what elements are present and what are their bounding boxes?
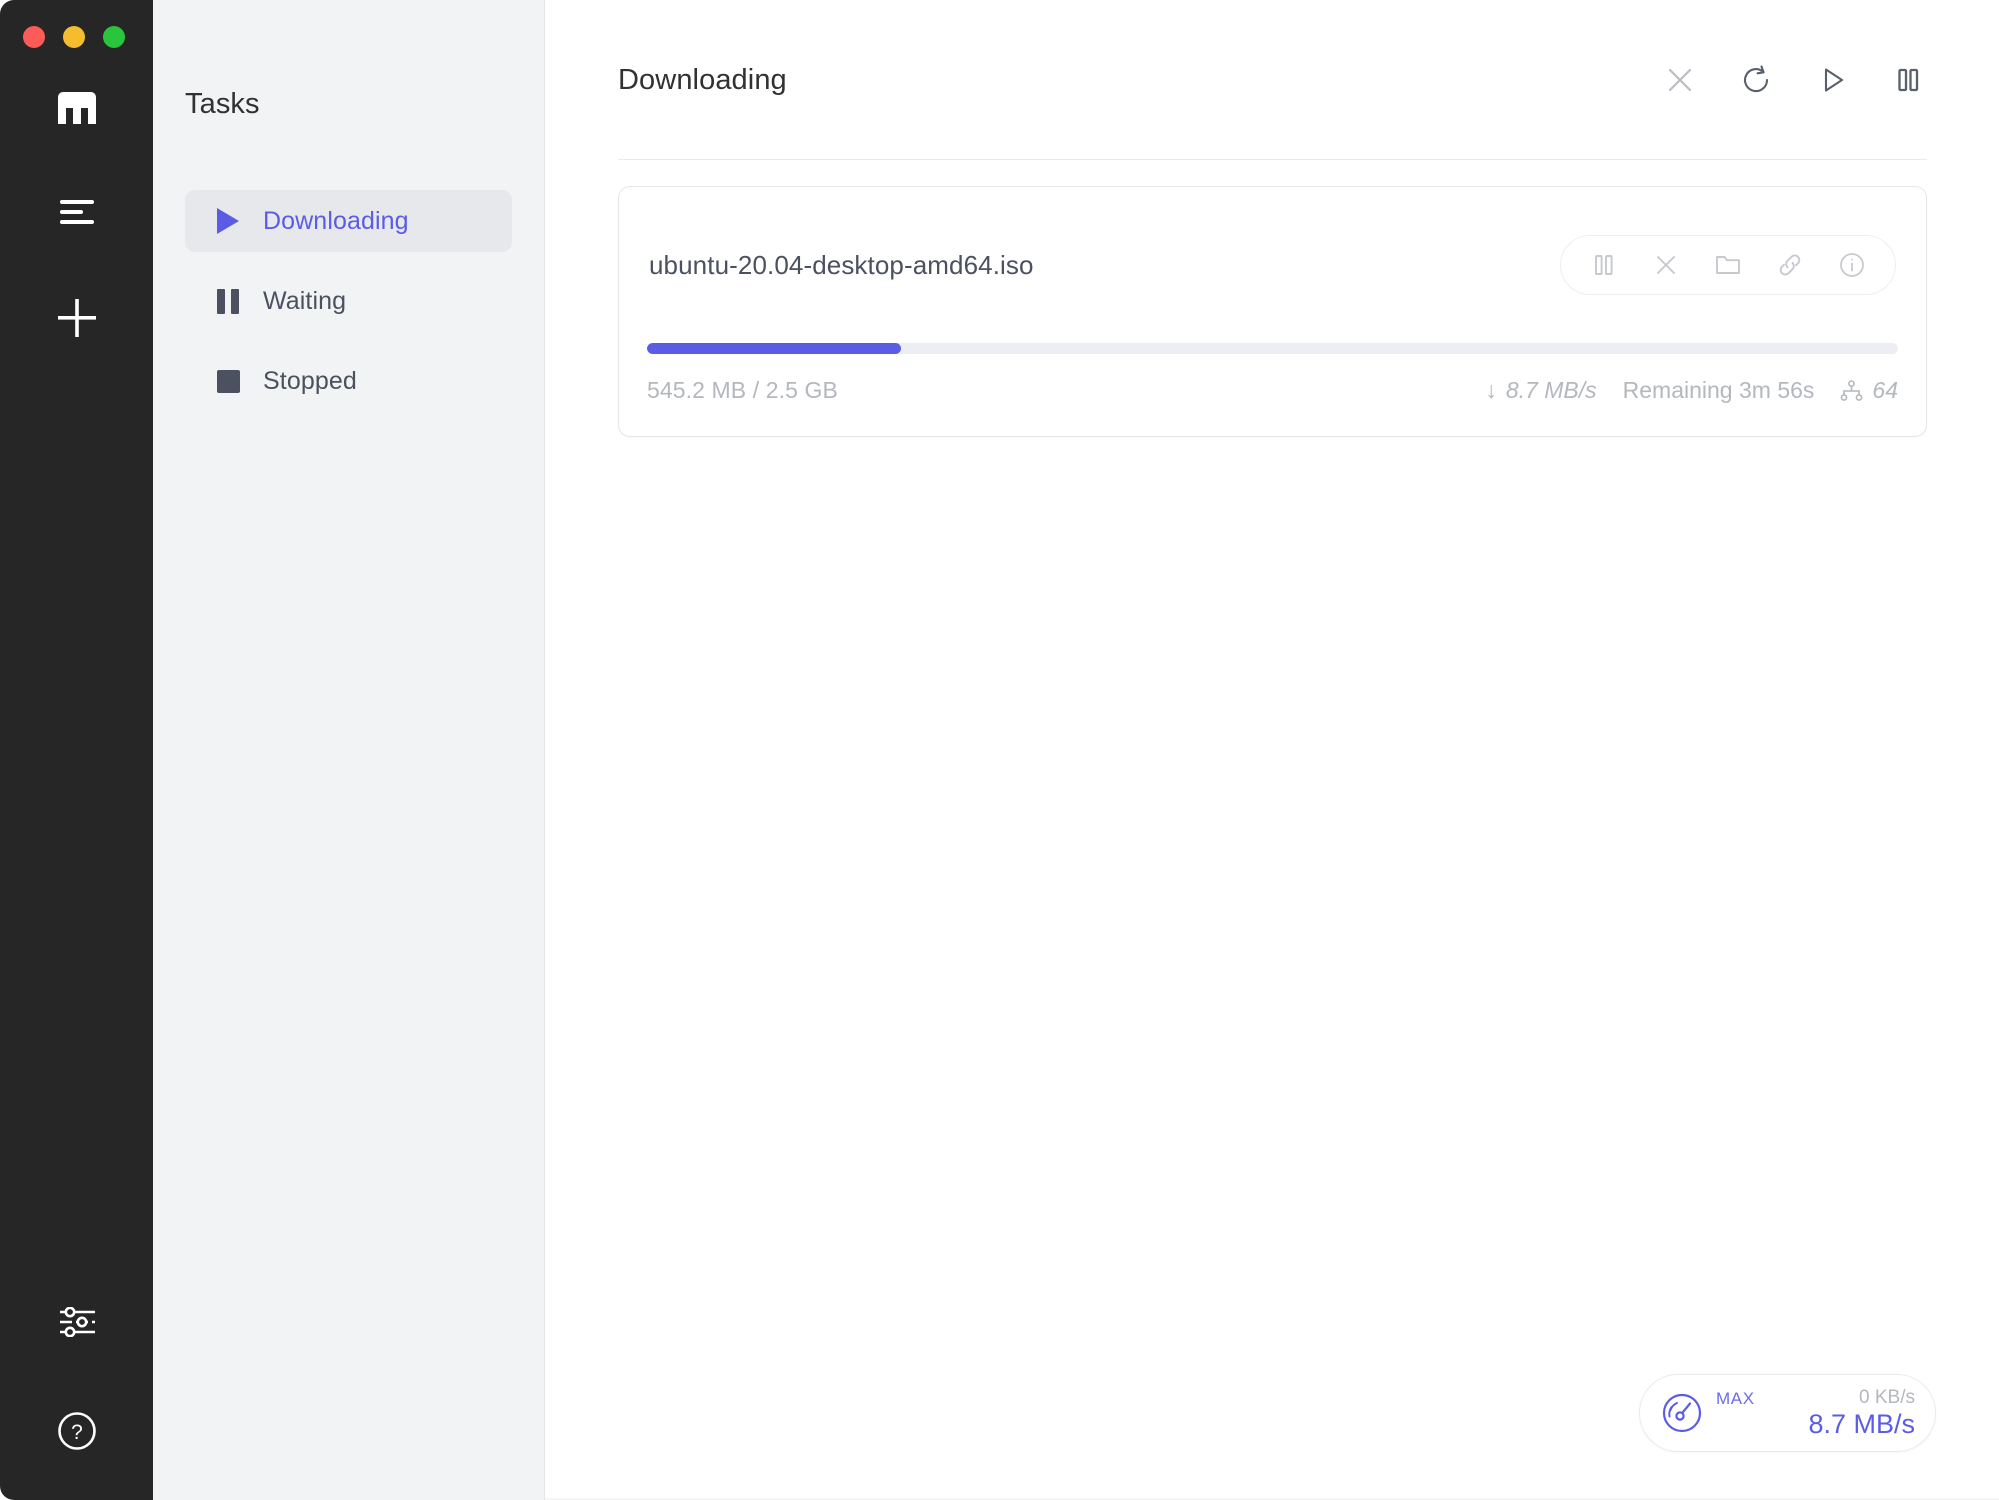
pause-icon[interactable] [1889, 61, 1927, 99]
header-divider [618, 159, 1927, 160]
app-window: ? Tasks Downloading Waiting Stopped Down… [0, 0, 1999, 1500]
plus-glyph [57, 299, 96, 337]
window-close-button[interactable] [23, 26, 45, 48]
page-title: Downloading [618, 63, 787, 96]
sidebar-item-waiting[interactable]: Waiting [185, 270, 512, 332]
pause-icon [215, 288, 241, 314]
download-speed: 8.7 MB/s [1808, 1408, 1915, 1439]
help-circle-icon[interactable]: ? [50, 1404, 104, 1458]
sidebar-item-label: Downloading [263, 206, 409, 235]
link-icon[interactable] [1759, 243, 1821, 287]
link-glyph [1779, 254, 1801, 276]
task-peers: 64 [1840, 377, 1898, 404]
close-icon[interactable] [1661, 61, 1699, 99]
folder-glyph [1716, 256, 1740, 274]
folder-icon[interactable] [1697, 243, 1759, 287]
rail-bottom-icons: ? [0, 1295, 153, 1458]
app-logo [0, 88, 153, 126]
window-traffic-lights [23, 26, 125, 48]
info-icon[interactable] [1821, 243, 1883, 287]
refresh-icon[interactable] [1737, 61, 1775, 99]
stop-square-icon [215, 368, 241, 394]
sidebar-item-stopped[interactable]: Stopped [185, 350, 512, 412]
window-minimize-button[interactable] [63, 26, 85, 48]
play-icon[interactable] [1813, 61, 1851, 99]
task-filename: ubuntu-20.04-desktop-amd64.iso [649, 249, 1034, 280]
speed-values: 0 KB/s 8.7 MB/s [1808, 1386, 1915, 1439]
task-size-text: 545.2 MB / 2.5 GB [647, 377, 838, 403]
svg-text:?: ? [71, 1421, 83, 1444]
download-task-card[interactable]: ubuntu-20.04-desktop-amd64.iso 545.2 MB … [618, 186, 1927, 437]
tasks-sidebar: Tasks Downloading Waiting Stopped [153, 0, 545, 1500]
left-rail: ? [0, 0, 153, 1500]
card-stats-row: 545.2 MB / 2.5 GB ↓ 8.7 MB/s Remaining 3… [647, 377, 1898, 404]
pause-glyph [1595, 255, 1613, 275]
refresh-glyph [1743, 65, 1769, 93]
pause-icon[interactable] [1573, 243, 1635, 287]
plus-icon[interactable] [50, 291, 104, 345]
sidebar-item-label: Stopped [263, 366, 357, 395]
task-speed: ↓ 8.7 MB/s [1485, 377, 1596, 404]
task-list-icon[interactable] [50, 185, 104, 239]
play-glyph [1824, 68, 1844, 92]
speedometer-icon [1658, 1390, 1706, 1436]
sidebar-item-label: Waiting [263, 286, 347, 315]
info-glyph [1840, 253, 1864, 277]
task-speed-value: 8.7 MB/s [1505, 377, 1597, 403]
tasks-title: Tasks [185, 88, 260, 120]
main-panel: Downloading ubuntu-20.04-desktop-amd64.i… [545, 0, 1999, 1500]
speed-max-label: MAX [1716, 1389, 1755, 1408]
close-glyph [1668, 68, 1692, 92]
task-peers-count: 64 [1872, 377, 1898, 403]
download-progress-fill [647, 343, 901, 354]
close-icon[interactable] [1635, 243, 1697, 287]
upload-speed: 0 KB/s [1859, 1386, 1915, 1408]
header-action-bar [1661, 61, 1927, 99]
logo-m-icon [57, 92, 96, 124]
tasks-nav-list: Downloading Waiting Stopped [185, 190, 512, 412]
speed-widget[interactable]: MAX 0 KB/s 8.7 MB/s [1639, 1374, 1936, 1452]
card-action-bar [1560, 235, 1896, 295]
card-top-row: ubuntu-20.04-desktop-amd64.iso [619, 187, 1926, 295]
rail-top-icons [0, 185, 153, 345]
window-maximize-button[interactable] [103, 26, 125, 48]
play-icon [215, 208, 241, 234]
task-remaining: Remaining 3m 56s [1622, 377, 1815, 403]
sidebar-item-downloading[interactable]: Downloading [185, 190, 512, 252]
main-header: Downloading [545, 0, 1999, 160]
task-metrics: ↓ 8.7 MB/s Remaining 3m 56s 64 [1485, 377, 1898, 404]
peers-network-icon [1841, 379, 1863, 401]
help-glyph: ? [57, 1412, 96, 1450]
sliders-glyph [59, 1307, 95, 1337]
close-glyph [1657, 256, 1675, 274]
download-arrow-icon: ↓ [1485, 377, 1497, 403]
download-progress-track[interactable] [647, 343, 1898, 354]
preferences-sliders-icon[interactable] [50, 1295, 104, 1349]
task-list-glyph [59, 200, 94, 224]
speedometer-glyph [1662, 1393, 1702, 1433]
pause-glyph [1898, 68, 1919, 92]
